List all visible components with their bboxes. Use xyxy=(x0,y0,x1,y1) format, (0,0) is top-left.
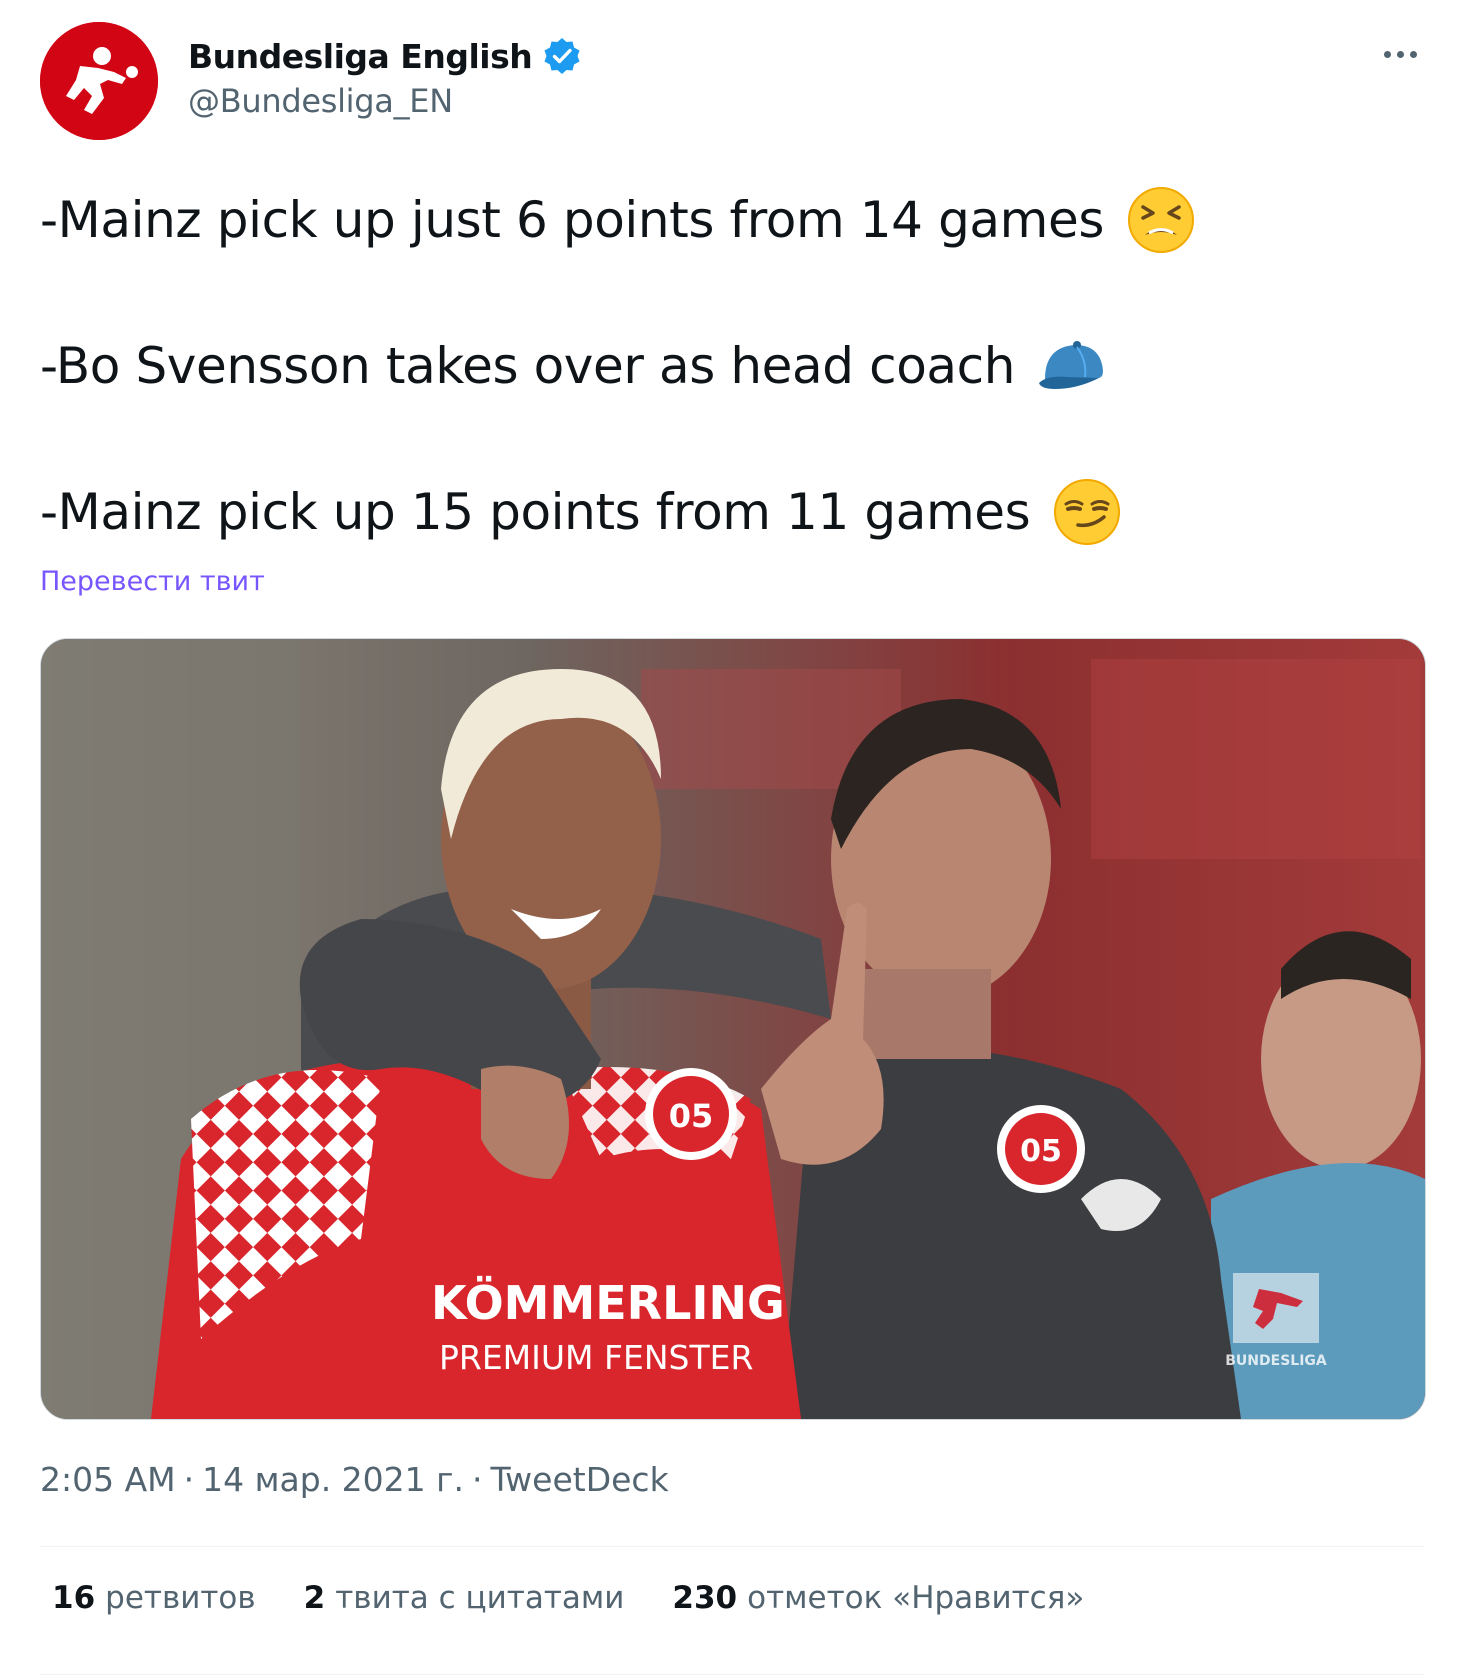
likes-label: отметок «Нравится» xyxy=(747,1580,1085,1616)
meta-separator: · xyxy=(183,1460,195,1499)
likes-stat[interactable]: 230 отметок «Нравится» xyxy=(672,1580,1084,1616)
divider xyxy=(40,1674,1424,1675)
tweet-line-text: -Bo Svensson takes over as head coach xyxy=(40,337,1016,395)
watermark-text: BUNDESLIGA xyxy=(1225,1353,1327,1369)
divider xyxy=(40,1546,1424,1547)
bundesliga-logo-icon xyxy=(40,22,158,140)
tweet-time[interactable]: 2:05 AM xyxy=(40,1460,176,1499)
billed-cap-emoji-icon xyxy=(1037,331,1107,401)
more-horizontal-icon xyxy=(1383,50,1391,58)
more-dot xyxy=(1409,50,1417,58)
jersey-sponsor-line1: KÖMMERLING xyxy=(431,1276,785,1330)
quotes-stat[interactable]: 2 твита с цитатами xyxy=(304,1580,625,1616)
tweet-line-text: -Mainz pick up 15 points from 11 games xyxy=(40,483,1031,541)
jersey-sponsor-line2: PREMIUM FENSTER xyxy=(439,1338,753,1377)
tweet-stats: 16 ретвитов 2 твита с цитатами 230 отмет… xyxy=(52,1580,1132,1616)
tweet-card: Bundesliga English @Bundesliga_EN -Mainz… xyxy=(0,0,1460,1680)
author-display-name[interactable]: Bundesliga English xyxy=(188,37,533,76)
retweets-stat[interactable]: 16 ретвитов xyxy=(52,1580,256,1616)
tweet-text-line-1: -Mainz pick up just 6 points from 14 gam… xyxy=(40,184,1196,256)
player-badge-text: 05 xyxy=(669,1097,714,1135)
tweet-line-text: -Mainz pick up just 6 points from 14 gam… xyxy=(40,191,1104,249)
tweet-date[interactable]: 14 мар. 2021 г. xyxy=(202,1460,464,1499)
photo-illustration: 05 05 KÖMMERLING PREMIUM FENSTER BUNDESL… xyxy=(41,639,1425,1419)
more-options-button[interactable] xyxy=(1372,36,1428,72)
author-handle[interactable]: @Bundesliga_EN xyxy=(188,82,453,120)
author-name-row[interactable]: Bundesliga English xyxy=(188,30,582,82)
smirking-face-emoji-icon xyxy=(1052,477,1122,547)
translate-tweet-link[interactable]: Перевести твит xyxy=(40,566,265,597)
tweet-meta: 2:05 AM · 14 мар. 2021 г. · TweetDeck xyxy=(40,1460,669,1499)
coach-badge-text: 05 xyxy=(1020,1134,1062,1169)
likes-count: 230 xyxy=(672,1580,738,1616)
tweet-source-link[interactable]: TweetDeck xyxy=(490,1460,668,1499)
tweet-text-line-2: -Bo Svensson takes over as head coach xyxy=(40,330,1107,402)
verified-badge-icon xyxy=(542,36,582,76)
quotes-label: твита с цитатами xyxy=(335,1580,625,1616)
tweet-photo[interactable]: 05 05 KÖMMERLING PREMIUM FENSTER BUNDESL… xyxy=(40,638,1426,1420)
retweets-label: ретвитов xyxy=(105,1580,256,1616)
tired-face-emoji-icon xyxy=(1126,185,1196,255)
more-dot xyxy=(1396,50,1404,58)
author-avatar[interactable] xyxy=(40,22,158,140)
tweet-text-line-3: -Mainz pick up 15 points from 11 games xyxy=(40,476,1122,548)
retweets-count: 16 xyxy=(52,1580,96,1616)
quotes-count: 2 xyxy=(303,1580,326,1616)
meta-separator: · xyxy=(471,1460,483,1499)
